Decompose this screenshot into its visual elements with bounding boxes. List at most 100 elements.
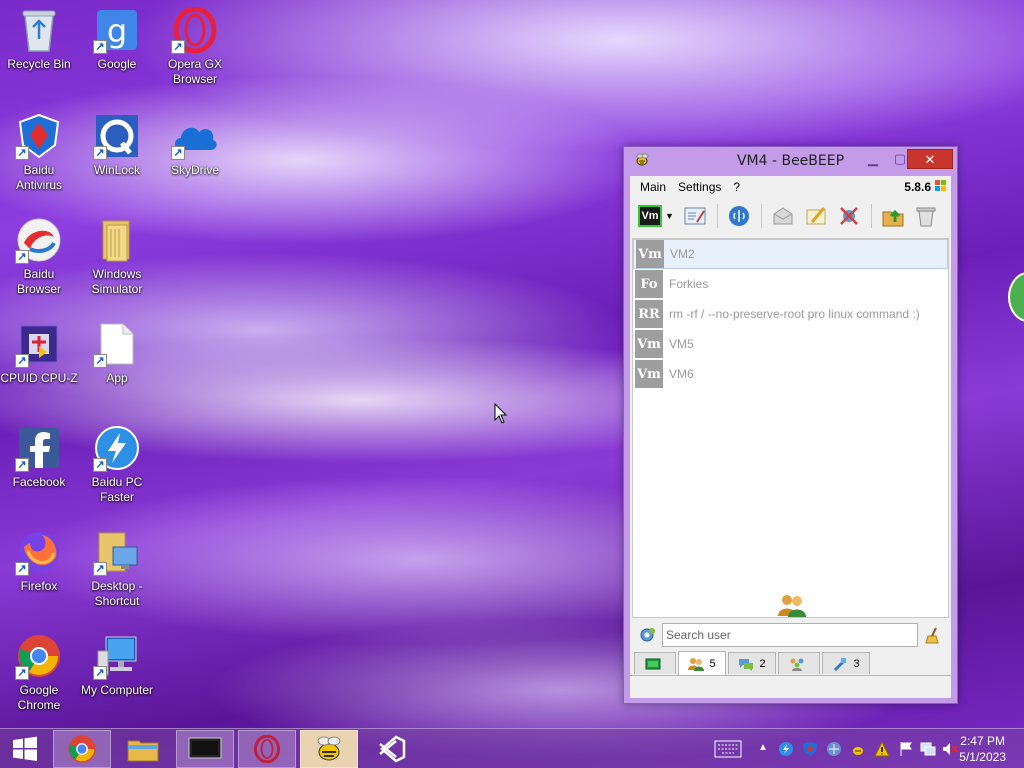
window-client-area: Main Settings ? 5.8.6 Vm ▼ Vm VM2 Fo For… <box>630 176 951 698</box>
shortcut-arrow-icon: ↗ <box>93 40 107 54</box>
bottom-tab-bar: 5 2 3 <box>630 651 951 676</box>
svg-text:g: g <box>107 12 127 50</box>
taskbar-file-explorer[interactable] <box>114 730 172 768</box>
desktop-icon-label: Baidu Browser <box>16 267 61 296</box>
taskbar-visual-studio[interactable] <box>362 730 420 768</box>
gear-icon[interactable] <box>638 626 656 644</box>
search-bar <box>630 622 951 648</box>
shortcut-arrow-icon: ↗ <box>15 666 29 680</box>
desktop-icon-firefox[interactable]: ↗ Firefox <box>0 528 78 594</box>
warning-icon[interactable] <box>874 741 890 757</box>
version-label: 5.8.6 <box>904 180 931 194</box>
shortcut-arrow-icon: ↗ <box>15 250 29 264</box>
clear-button[interactable] <box>912 202 940 230</box>
opera-gx-icon <box>253 735 281 763</box>
show-hidden-icons-icon[interactable]: ▲ <box>758 742 774 758</box>
tab-chats[interactable]: 2 <box>728 652 776 674</box>
write-message-button[interactable] <box>802 202 830 230</box>
user-list-item[interactable]: Vm VM6 <box>633 359 948 389</box>
desktop-icon-google[interactable]: g ↗ Google <box>78 6 156 72</box>
taskbar-chrome[interactable] <box>53 730 111 768</box>
user-list-item[interactable]: Fo Forkies <box>633 269 948 299</box>
desktop-icon-desktop-shortcut[interactable]: ↗ Desktop - Shortcut <box>78 528 156 609</box>
action-center-flag-icon[interactable] <box>898 741 914 757</box>
desktop-icon-baidu-antivirus[interactable]: ↗ Baidu Antivirus <box>0 112 78 193</box>
trash-icon <box>916 207 936 227</box>
clear-search-icon[interactable] <box>924 626 942 644</box>
search-user-input[interactable] <box>662 623 918 647</box>
taskbar-opera-gx[interactable] <box>238 730 296 768</box>
network-button[interactable] <box>725 202 753 230</box>
visual-studio-icon <box>379 735 406 763</box>
shortcut-arrow-icon: ↗ <box>93 354 107 368</box>
desktop-icon-opera-gx[interactable]: ↗ Opera GX Browser <box>156 6 234 87</box>
desktop-icon-baidu-pc-faster[interactable]: ↗ Baidu PC Faster <box>78 424 156 505</box>
menu-bar: Main Settings ? 5.8.6 <box>630 176 951 198</box>
share-folder-button[interactable] <box>879 202 907 230</box>
user-list-item[interactable]: Vm VM5 <box>633 329 948 359</box>
bee-tray-icon[interactable] <box>850 741 866 757</box>
desktop-icon-label: Baidu PC Faster <box>91 475 143 504</box>
shortcut-arrow-icon: ↗ <box>15 562 29 576</box>
baidu-pc-faster-tray-icon[interactable] <box>778 741 794 757</box>
tab-count: 5 <box>709 657 716 670</box>
desktop-icon-recycle-bin[interactable]: Recycle Bin <box>0 6 78 72</box>
edit-profile-button[interactable] <box>681 202 709 230</box>
desktop-icon-facebook[interactable]: ↗ Facebook <box>0 424 78 490</box>
desktop-icon-app[interactable]: ↗ App <box>78 320 156 386</box>
shortcut-arrow-icon: ↗ <box>171 40 185 54</box>
taskbar-beebeep[interactable] <box>300 730 358 768</box>
tab-home[interactable] <box>634 652 676 674</box>
desktop-icon-my-computer[interactable]: ↗ My Computer <box>78 632 156 698</box>
desktop-icon-label: SkyDrive <box>170 163 219 177</box>
offscreen-widget[interactable] <box>1008 272 1024 322</box>
volume-muted-icon[interactable] <box>942 741 958 757</box>
network-tray-icon[interactable] <box>826 741 842 757</box>
user-name: VM2 <box>670 247 695 261</box>
window-title: VM4 - BeeBEEP <box>736 153 845 169</box>
desktop-icon-baidu-browser[interactable]: ↗ Baidu Browser <box>0 216 78 297</box>
desktop-icon-winlock[interactable]: ↗ WinLock <box>78 112 156 178</box>
user-list-item[interactable]: RR rm -rf / --no-preserve-root pro linux… <box>633 299 948 329</box>
desktop-folder-icon: ↗ <box>93 528 141 576</box>
desktop-icon-label: Google Chrome <box>17 683 61 712</box>
desktop-icon-google-chrome[interactable]: ↗ Google Chrome <box>0 632 78 713</box>
start-button[interactable] <box>0 730 50 768</box>
close-button[interactable]: ✕ <box>907 149 953 169</box>
folder-icon <box>93 216 141 264</box>
mouse-cursor-icon <box>494 403 508 424</box>
user-list-item[interactable]: Vm VM2 <box>633 239 948 269</box>
tab-shares[interactable]: 3 <box>822 652 870 674</box>
user-avatar: Fo <box>635 270 663 298</box>
desktop-icon-skydrive[interactable]: ↗ SkyDrive <box>156 112 234 178</box>
taskbar-screen-app[interactable] <box>176 730 234 768</box>
clock-date: 5/1/2023 <box>959 750 1006 764</box>
network-computer-icon[interactable] <box>920 741 936 757</box>
baidu-antivirus-icon: ↗ <box>15 112 63 160</box>
tab-groups[interactable] <box>778 652 820 674</box>
shortcut-arrow-icon: ↗ <box>93 666 107 680</box>
desktop-icon-label: My Computer <box>80 683 154 697</box>
chats-icon <box>739 658 754 671</box>
desktop-icon-cpu-z[interactable]: ↗ CPUID CPU-Z <box>0 320 78 386</box>
google-icon: g ↗ <box>93 6 141 54</box>
minimize-button[interactable]: ▁ <box>860 149 886 169</box>
window-titlebar[interactable]: VM4 - BeeBEEP ▁ ▢ ✕ <box>624 147 957 175</box>
system-clock[interactable]: 2:47 PM 5/1/2023 <box>959 733 1006 765</box>
open-message-button[interactable] <box>769 202 797 230</box>
bee-app-icon[interactable] <box>634 152 650 168</box>
menu-help[interactable]: ? <box>727 180 746 194</box>
desktop-icon-windows-simulator[interactable]: Windows Simulator <box>78 216 156 297</box>
plugins-button[interactable] <box>835 202 863 230</box>
user-avatar: Vm <box>635 330 663 358</box>
menu-settings[interactable]: Settings <box>672 180 727 194</box>
menu-main[interactable]: Main <box>634 180 672 194</box>
shortcut-arrow-icon: ↗ <box>15 354 29 368</box>
chrome-icon: ↗ <box>15 632 63 680</box>
tab-users[interactable]: 5 <box>678 651 726 675</box>
keyboard-icon[interactable] <box>714 740 742 758</box>
baidu-antivirus-tray-icon[interactable] <box>802 741 818 757</box>
people-icon <box>778 595 806 617</box>
status-button[interactable]: Vm ▼ <box>636 202 676 230</box>
recycle-bin-icon <box>15 6 63 54</box>
